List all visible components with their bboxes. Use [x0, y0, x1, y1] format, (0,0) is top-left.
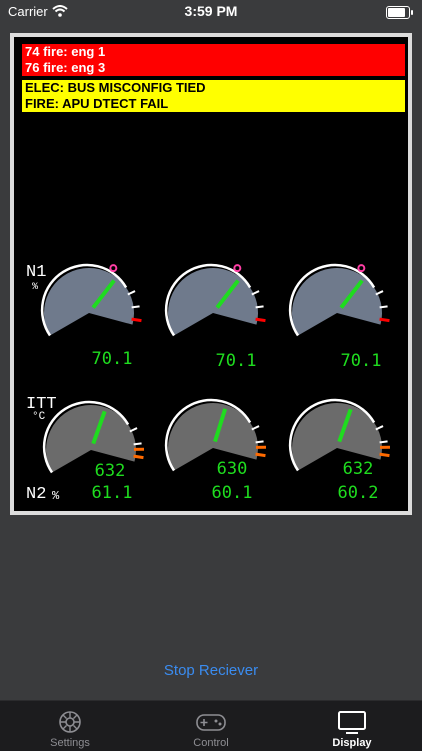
n2-readout-eng3: 60.2	[323, 483, 393, 503]
itt-scale-tick	[380, 441, 388, 442]
n1-target-marker	[110, 265, 116, 271]
itt-readout-eng3: 632	[323, 459, 393, 479]
tab-control-label: Control	[141, 737, 281, 749]
status-bar: Carrier 3:59 PM	[0, 0, 422, 24]
n1-readout-eng1: 70.1	[77, 349, 147, 369]
n2-label: N2	[26, 485, 46, 504]
itt-limit-mark	[380, 454, 390, 455]
tab-settings-label: Settings	[0, 737, 140, 749]
n1-limit-mark	[256, 319, 266, 320]
settings-gear-icon	[0, 709, 140, 735]
itt-readout-eng2: 630	[197, 459, 267, 479]
battery-icon	[386, 6, 410, 19]
n2-unit: %	[52, 489, 59, 503]
tab-bar: Settings Control Display	[0, 700, 422, 751]
stop-receiver-button[interactable]: Stop Reciever	[0, 662, 422, 679]
n1-label: N1	[26, 263, 46, 282]
itt-limit-mark	[134, 456, 144, 457]
eicas-display-frame: 74 fire: eng 1 76 fire: eng 3 ELEC: BUS …	[10, 33, 412, 515]
n1-scale-tick	[256, 306, 264, 307]
n2-readout-eng2: 60.1	[197, 483, 267, 503]
n1-scale-tick	[132, 306, 140, 307]
tab-control[interactable]: Control	[141, 701, 281, 751]
itt-unit: °C	[32, 411, 45, 423]
gamepad-icon	[141, 709, 281, 735]
itt-limit-mark	[256, 454, 266, 455]
tab-settings[interactable]: Settings	[0, 701, 140, 751]
n1-readout-eng2: 70.1	[201, 351, 271, 371]
itt-scale-tick	[256, 441, 264, 442]
tab-display[interactable]: Display	[282, 701, 422, 751]
n1-limit-mark	[132, 319, 142, 320]
n1-unit: %	[32, 282, 38, 293]
itt-readout-eng1: 632	[75, 461, 145, 481]
eicas-screen: 74 fire: eng 1 76 fire: eng 3 ELEC: BUS …	[14, 37, 408, 511]
n1-target-marker	[358, 265, 364, 271]
n1-target-marker	[234, 265, 240, 271]
n1-limit-mark	[380, 319, 390, 320]
display-monitor-icon	[282, 709, 422, 735]
engine-gauges	[14, 37, 408, 511]
n1-scale-tick	[380, 306, 388, 307]
itt-scale-tick	[134, 443, 142, 444]
clock: 3:59 PM	[0, 3, 422, 19]
n2-readout-eng1: 61.1	[77, 483, 147, 503]
n1-readout-eng3: 70.1	[326, 351, 396, 371]
tab-display-label: Display	[282, 737, 422, 749]
